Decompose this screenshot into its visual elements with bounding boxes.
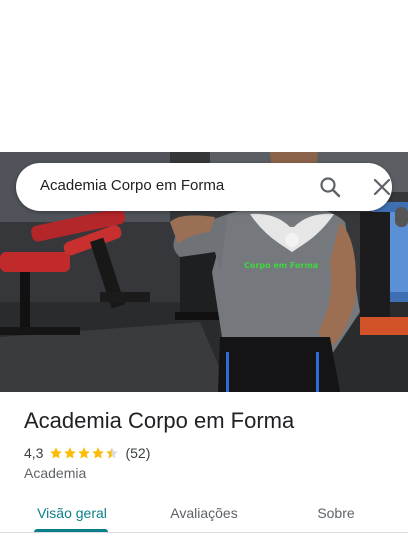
tabs-divider bbox=[0, 532, 408, 533]
tab-about[interactable]: Sobre bbox=[296, 496, 376, 532]
place-title: Academia Corpo em Forma bbox=[24, 408, 295, 433]
star-icon bbox=[78, 447, 91, 459]
search-icon[interactable] bbox=[318, 175, 342, 199]
star-icon bbox=[64, 447, 77, 459]
review-count: (52) bbox=[125, 445, 151, 461]
star-icon bbox=[92, 447, 105, 459]
star-rating bbox=[49, 446, 119, 460]
place-tabs: Visão geral Avaliações Sobre bbox=[0, 496, 408, 536]
map-top-area bbox=[0, 0, 408, 152]
tab-reviews[interactable]: Avaliações bbox=[156, 496, 252, 532]
shirt-text: Corpo em Forma bbox=[244, 261, 318, 270]
tab-overview[interactable]: Visão geral bbox=[24, 496, 120, 532]
search-input[interactable]: Academia Corpo em Forma bbox=[40, 177, 224, 194]
rating-row[interactable]: 4,3 (52) bbox=[24, 444, 150, 462]
search-bar[interactable]: Academia Corpo em Forma bbox=[16, 163, 392, 211]
place-category: Academia bbox=[24, 465, 87, 481]
rating-value: 4,3 bbox=[24, 445, 44, 461]
close-icon[interactable] bbox=[370, 175, 394, 199]
star-icon bbox=[50, 447, 63, 459]
star-half-icon bbox=[106, 447, 119, 459]
